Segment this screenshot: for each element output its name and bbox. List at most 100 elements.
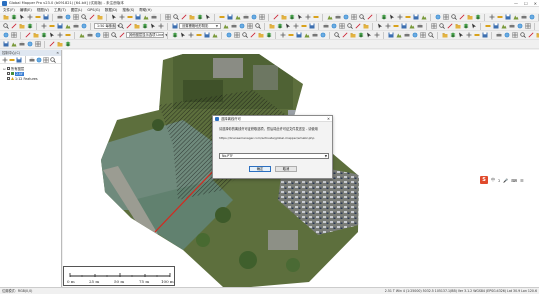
save-button[interactable]	[171, 23, 178, 30]
zoom-in-button[interactable]	[519, 32, 526, 39]
save-button[interactable]	[308, 23, 315, 30]
measure-button[interactable]	[300, 23, 307, 30]
open-file-button[interactable]	[362, 23, 369, 30]
collapse-icon[interactable]: ⊟	[3, 67, 6, 71]
grid-button[interactable]	[72, 14, 79, 21]
ime-punct-icon[interactable]: ɔ	[498, 178, 500, 183]
menu-edit[interactable]: 编辑(E)	[20, 8, 32, 13]
draw-line-button[interactable]	[341, 32, 348, 39]
select-button[interactable]	[470, 23, 477, 30]
pan-button[interactable]	[40, 23, 47, 30]
globe-button[interactable]	[94, 32, 101, 39]
open-file-button[interactable]	[280, 14, 287, 21]
terrain-button[interactable]	[64, 23, 71, 30]
zoom-in-button[interactable]	[427, 32, 434, 39]
select-button[interactable]	[48, 32, 55, 39]
draw-line-button[interactable]	[24, 32, 31, 39]
layer-button[interactable]	[288, 14, 295, 21]
pan-button[interactable]	[2, 57, 8, 63]
globe-button[interactable]	[330, 23, 337, 30]
open-file-button[interactable]	[32, 32, 39, 39]
layer-button[interactable]	[474, 14, 481, 21]
panel-close-icon[interactable]: ✕	[56, 50, 59, 56]
menu-layer[interactable]: 图层(L)	[71, 8, 83, 13]
zoom-in-button[interactable]	[346, 23, 353, 30]
measure-button[interactable]	[392, 23, 399, 30]
select-button[interactable]	[296, 14, 303, 21]
zoom-in-button[interactable]	[438, 23, 445, 30]
pan-button[interactable]	[187, 32, 194, 39]
layer-button[interactable]	[141, 23, 148, 30]
measure-button[interactable]	[218, 14, 225, 21]
measure-button[interactable]	[195, 32, 202, 39]
globe-button[interactable]	[528, 14, 535, 21]
print-button[interactable]	[230, 23, 237, 30]
select-button[interactable]	[179, 32, 186, 39]
print-button[interactable]	[86, 32, 93, 39]
select-button[interactable]	[149, 23, 156, 30]
menu-data[interactable]: 数据(D)	[105, 8, 117, 13]
select-button[interactable]	[376, 23, 383, 30]
pan-button[interactable]	[304, 14, 311, 21]
draw-line-button[interactable]	[125, 23, 132, 30]
layer-button[interactable]	[462, 23, 469, 30]
terrain-button[interactable]	[395, 32, 402, 39]
print-button[interactable]	[18, 41, 25, 48]
maximize-button[interactable]: ☐	[524, 0, 528, 7]
zoom-in-button[interactable]	[80, 14, 87, 21]
open-file-button[interactable]	[2, 14, 9, 21]
layer-checkbox[interactable]	[7, 72, 10, 75]
print-button[interactable]	[495, 32, 502, 39]
layer-checkbox[interactable]	[7, 77, 10, 80]
grid-button[interactable]	[164, 14, 171, 21]
layer-button[interactable]	[265, 32, 272, 39]
pan-button[interactable]	[118, 14, 125, 21]
globe-button[interactable]	[250, 14, 257, 21]
zoom-in-button[interactable]	[450, 14, 457, 21]
layer-checkbox[interactable]	[7, 67, 10, 70]
globe-button[interactable]	[319, 32, 326, 39]
draw-line-button[interactable]	[48, 41, 55, 48]
globe-button[interactable]	[342, 14, 349, 21]
globe-button[interactable]	[225, 32, 232, 39]
pan-button[interactable]	[465, 32, 472, 39]
layer-button[interactable]	[40, 32, 47, 39]
terrain-button[interactable]	[500, 23, 507, 30]
keyboard-icon[interactable]: ⌨	[511, 178, 517, 183]
print-button[interactable]	[403, 32, 410, 39]
layer-button[interactable]	[196, 14, 203, 21]
save-button[interactable]	[492, 23, 499, 30]
pan-button[interactable]	[157, 23, 164, 30]
draw-line-button[interactable]	[366, 14, 373, 21]
save-button[interactable]	[56, 23, 63, 30]
pan-button[interactable]	[26, 14, 33, 21]
measure-button[interactable]	[64, 32, 71, 39]
globe-button[interactable]	[434, 14, 441, 21]
print-button[interactable]	[56, 14, 63, 21]
microphone-icon[interactable]: 🎤	[503, 178, 508, 183]
measure-button[interactable]	[48, 23, 55, 30]
print-button[interactable]	[242, 14, 249, 21]
save-button[interactable]	[400, 23, 407, 30]
open-file-button[interactable]	[349, 32, 356, 39]
save-button[interactable]	[295, 32, 302, 39]
zoom-in-button[interactable]	[110, 32, 117, 39]
dialog-close-icon[interactable]: ✕	[327, 117, 330, 121]
terrain-button[interactable]	[78, 32, 85, 39]
layer-button[interactable]	[276, 23, 283, 30]
open-file-button[interactable]	[188, 14, 195, 21]
measure-button[interactable]	[34, 14, 41, 21]
open-file-button[interactable]	[535, 32, 539, 39]
pan-button[interactable]	[292, 23, 299, 30]
open-file-button[interactable]	[268, 23, 275, 30]
zoom-in-button[interactable]	[241, 32, 248, 39]
menu-view[interactable]: 视图(V)	[37, 8, 49, 13]
globe-button[interactable]	[503, 32, 510, 39]
open-file-button[interactable]	[441, 32, 448, 39]
grid-button[interactable]	[419, 32, 426, 39]
terrain-button[interactable]	[211, 32, 218, 39]
globe-button[interactable]	[516, 23, 523, 30]
grid-button[interactable]	[524, 23, 531, 30]
save-button[interactable]	[226, 14, 233, 21]
ok-button[interactable]: 确定	[249, 166, 271, 172]
